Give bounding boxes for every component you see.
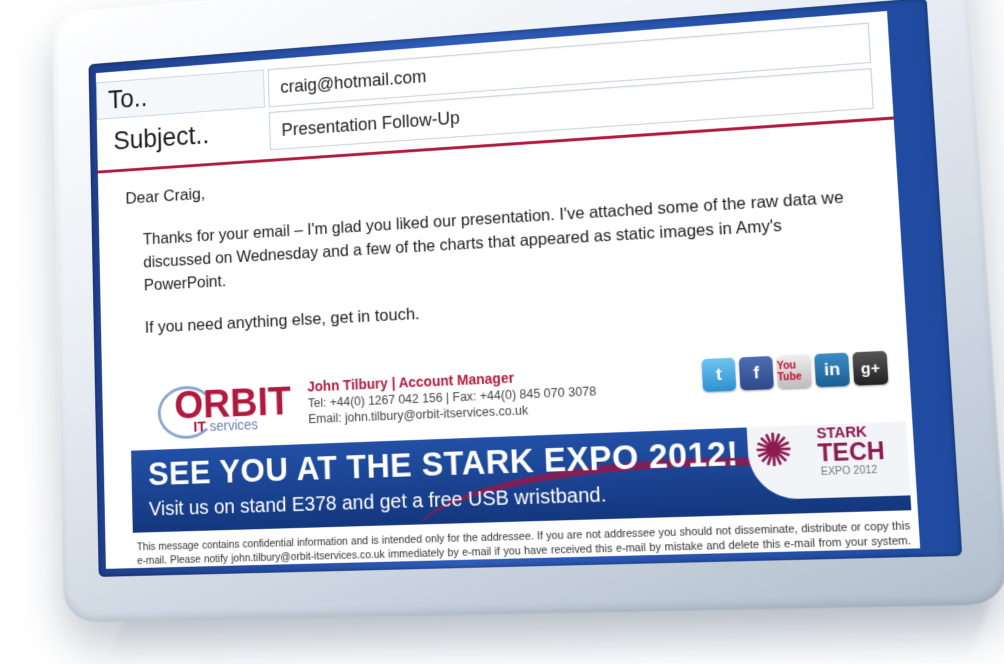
atom-icon: ✺ bbox=[753, 428, 794, 475]
device-screen: To.. craig@hotmail.com Subject.. Present… bbox=[88, 0, 962, 577]
stark-logo-line2: TECH bbox=[817, 437, 886, 468]
twitter-icon[interactable]: t bbox=[701, 358, 736, 392]
stark-tech-logo: ✺ STARK TECH EXPO 2012 bbox=[746, 421, 910, 500]
logo-subtitle: IT services bbox=[193, 416, 258, 435]
contact-details: John Tilbury | Account Manager Tel: +44(… bbox=[307, 366, 597, 426]
youtube-icon[interactable]: You Tube bbox=[776, 354, 812, 389]
tablet-device: To.. craig@hotmail.com Subject.. Present… bbox=[52, 0, 1004, 623]
orbit-logo: ORBIT IT services bbox=[157, 378, 290, 438]
email-compose-window: To.. craig@hotmail.com Subject.. Present… bbox=[96, 11, 920, 569]
facebook-icon[interactable]: f bbox=[739, 356, 774, 390]
to-label: To.. bbox=[96, 69, 265, 119]
logo-it: IT bbox=[193, 418, 206, 435]
google-plus-icon[interactable]: g+ bbox=[852, 351, 888, 386]
linkedin-icon[interactable]: in bbox=[814, 353, 850, 388]
social-links: t f You Tube in g+ bbox=[701, 351, 888, 392]
subject-label: Subject.. bbox=[97, 112, 270, 160]
stark-logo-line3: EXPO 2012 bbox=[821, 465, 878, 478]
logo-services: services bbox=[210, 416, 259, 434]
